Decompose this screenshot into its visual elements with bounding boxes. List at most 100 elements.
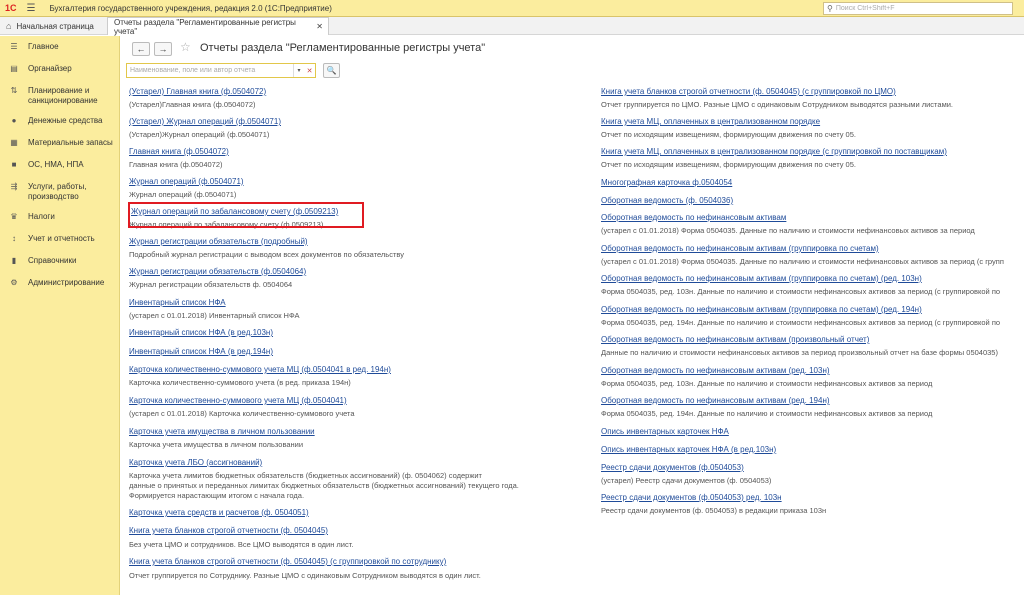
report-description: (устарел с 01.01.2018) Форма 0504035. Да… [601,226,975,235]
report-description: Без учета ЦМО и сотрудников. Все ЦМО выв… [129,540,354,549]
sidebar-item-materials[interactable]: ▦ Материальные запасы [0,138,120,152]
report-link[interactable]: Оборотная ведомость по нефинансовым акти… [601,213,786,222]
close-icon[interactable]: ✕ [316,22,323,31]
report-description: Форма 0504035, ред. 194н. Данные по нали… [601,318,1001,327]
tab-bar: ⌂ Начальная страница Отчеты раздела "Рег… [0,17,1024,36]
report-link[interactable]: Карточка учета средств и расчетов (ф. 05… [129,508,309,517]
report-link[interactable]: Оборотная ведомость по нефинансовым акти… [601,274,922,283]
sidebar-item-admin[interactable]: ⚙ Администрирование [0,278,120,292]
sidebar-item-catalogs[interactable]: ▮ Справочники [0,256,120,270]
global-search-input[interactable] [835,5,1006,12]
sidebar-item-organizer[interactable]: ▤ Органайзер [0,64,120,78]
sidebar: ☰ Главное ▤ Органайзер ⇅ Планирование и … [0,36,120,595]
tab-home[interactable]: ⌂ Начальная страница [0,17,107,35]
main-menu-icon[interactable]: ☰ [27,3,36,14]
report-description: Реестр сдачи документов (ф. 0504053) в р… [601,506,827,515]
report-link[interactable]: Оборотная ведомость по нефинансовым акти… [601,396,830,405]
report-description: Отчет группируется по Сотруднику. Разные… [129,571,481,580]
report-link[interactable]: Журнал операций (ф.0504071) [129,177,244,186]
sidebar-item-assets[interactable]: ■ ОС, НМА, НПА [0,160,120,174]
report-description: Форма 0504035, ред. 194н. Данные по нали… [601,409,933,418]
tab-reports[interactable]: Отчеты раздела "Регламентированные регис… [107,17,329,36]
title-bar: 1С ☰ Бухгалтерия государственного учрежд… [0,0,1024,17]
report-link[interactable]: Карточка количественно-суммового учета М… [129,396,347,405]
page-title: Отчеты раздела "Регламентированные регис… [200,42,486,54]
truck-icon: ■ [11,160,17,169]
star-icon[interactable]: ☆ [180,40,191,54]
gear-icon: ⚙ [10,278,18,287]
report-description: (устарел с 01.01.2018) Форма 0504035. Да… [601,257,1004,266]
forward-button[interactable]: → [154,42,172,56]
report-description: Карточка учета лимитов бюджетных обязате… [129,471,482,480]
report-link[interactable]: Инвентарный список НФА (в ред.194н) [129,347,273,356]
report-description: данные о принятых и переданных лимитах б… [129,481,519,490]
report-link[interactable]: Журнал регистрации обязательств (ф.05040… [129,267,306,276]
report-link[interactable]: Книга учета МЦ, оплаченных в централизов… [601,117,820,126]
report-link[interactable]: Инвентарный список НФА [129,298,226,307]
report-link[interactable]: Оборотная ведомость по нефинансовым акти… [601,305,922,314]
report-link[interactable]: Книга учета МЦ, оплаченных в централизов… [601,147,947,156]
report-link[interactable]: Оборотная ведомость (ф. 0504036) [601,196,733,205]
organizer-icon: ▤ [10,64,18,73]
report-filter[interactable]: ▾ ✕ [126,63,316,78]
materials-icon: ▦ [10,138,18,147]
sidebar-item-taxes[interactable]: ♛ Налоги [0,212,120,226]
report-link[interactable]: Главная книга (ф.0504072) [129,147,229,156]
sidebar-item-services[interactable]: ⇶ Услуги, работы, производство [0,182,120,204]
hamburger-icon: ☰ [10,42,18,51]
home-icon: ⌂ [6,21,12,31]
money-icon: ● [11,116,17,125]
search-icon: ⚲ [827,4,833,13]
report-link[interactable]: (Устарел) Журнал операций (ф.0504071) [129,117,281,126]
report-link[interactable]: Книга учета бланков строгой отчетности (… [601,87,896,96]
report-description: (устарел с 01.01.2018) Карточка количест… [129,409,355,418]
report-description: Карточка количественно-суммового учета (… [129,378,351,387]
report-link[interactable]: Карточка количественно-суммового учета М… [129,365,391,374]
report-link[interactable]: Книга учета бланков строгой отчетности (… [129,557,446,566]
sidebar-item-money[interactable]: ● Денежные средства [0,116,120,130]
app-title: Бухгалтерия государственного учреждения,… [49,3,332,13]
report-description: Форма 0504035, ред. 103н. Данные по нали… [601,379,933,388]
report-link[interactable]: Карточка учета имущества в личном пользо… [129,427,315,436]
accounting-icon: ↕ [12,234,16,243]
report-link[interactable]: Инвентарный список НФА (в ред.103н) [129,328,273,337]
tab-reports-label: Отчеты раздела "Регламентированные регис… [114,17,296,36]
clear-icon[interactable]: ✕ [304,64,315,77]
report-link[interactable]: Книга учета бланков строгой отчетности (… [129,526,328,535]
report-link[interactable]: Карточка учета ЛБО (ассигнований) [129,458,262,467]
report-link[interactable]: Многографная карточка ф.0504054 [601,178,732,187]
report-description: (устарел) Реестр сдачи документов (ф. 05… [601,476,772,485]
report-description: Подробный журнал регистрации с выводом в… [129,250,404,259]
report-link[interactable]: Опись инвентарных карточек НФА [601,427,729,436]
report-link[interactable]: Реестр сдачи документов (ф.0504053) [601,463,744,472]
sidebar-item-main[interactable]: ☰ Главное [0,42,120,56]
report-description: Формируется нарастающим итогом с начала … [129,491,305,500]
tab-home-label: Начальная страница [16,21,94,31]
global-search[interactable]: ⚲ [823,2,1013,15]
report-link[interactable]: Опись инвентарных карточек НФА (в ред.10… [601,445,776,454]
search-icon: 🔍 [326,66,337,75]
arrow-left-icon: ← [136,44,146,54]
report-link[interactable]: Оборотная ведомость по нефинансовым акти… [601,335,869,344]
report-link[interactable]: Оборотная ведомость по нефинансовым акти… [601,366,830,375]
report-description: Данные по наличию и стоимости нефинансов… [601,348,998,357]
report-description: (Устарел)Главная книга (ф.0504072) [129,100,256,109]
report-description: (Устарел)Журнал операций (ф.0504071) [129,130,270,139]
report-description: Отчет по исходящим извещениям, формирующ… [601,130,856,139]
report-description: Журнал регистрации обязательств ф. 05040… [129,280,293,289]
report-filter-input[interactable] [130,67,290,74]
app-logo: 1С [5,3,17,13]
arrow-right-icon: → [158,44,168,54]
planning-icon: ⇅ [10,86,18,95]
report-description: Отчет группируется по ЦМО. Разные ЦМО с … [601,100,954,109]
chevron-down-icon[interactable]: ▾ [293,64,304,77]
report-link[interactable]: Журнал регистрации обязательств (подробн… [129,237,308,246]
sidebar-item-accounting[interactable]: ↕ Учет и отчетность [0,234,120,248]
back-button[interactable]: ← [132,42,150,56]
search-button[interactable]: 🔍 [323,63,340,78]
report-description: (устарел с 01.01.2018) Инвентарный списо… [129,311,300,320]
report-link[interactable]: Оборотная ведомость по нефинансовым акти… [601,244,879,253]
sidebar-item-planning[interactable]: ⇅ Планирование и санкционирование [0,86,120,108]
report-link[interactable]: (Устарел) Главная книга (ф.0504072) [129,87,266,96]
report-link[interactable]: Реестр сдачи документов (ф.0504053) ред.… [601,493,782,502]
